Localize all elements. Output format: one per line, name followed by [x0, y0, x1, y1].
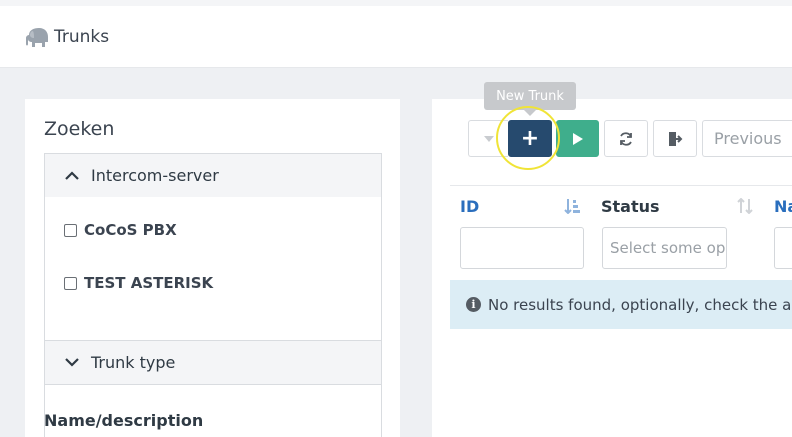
- name-description-label: Name/description: [44, 411, 204, 430]
- checkbox[interactable]: [64, 223, 77, 237]
- no-results-text: No results found, optionally, check the …: [488, 295, 792, 314]
- sort-icon[interactable]: [737, 197, 753, 218]
- no-results-alert: i No results found, optionally, check th…: [450, 280, 792, 329]
- checkbox[interactable]: [64, 276, 77, 290]
- play-icon: [572, 132, 583, 145]
- export-icon: [669, 131, 683, 146]
- status-filter-select[interactable]: Select some op: [602, 227, 727, 269]
- elephant-icon: [24, 27, 50, 53]
- export-button[interactable]: [653, 120, 697, 157]
- caret-down-icon: [483, 135, 494, 142]
- intercom-server-label: Intercom-server: [91, 166, 219, 185]
- previous-label: Previous: [714, 129, 782, 148]
- intercom-server-options: CoCoS PBX TEST ASTERISK: [44, 197, 382, 437]
- refresh-button[interactable]: [604, 120, 648, 157]
- refresh-icon: [620, 131, 632, 146]
- trunk-type-header[interactable]: Trunk type: [45, 341, 381, 384]
- name-filter-input[interactable]: [774, 227, 792, 269]
- page-header: Trunks: [0, 6, 792, 68]
- trunk-type-accordion[interactable]: Trunk type: [44, 340, 382, 385]
- option-label: TEST ASTERISK: [84, 274, 214, 292]
- table-header-divider: [450, 185, 792, 186]
- sort-asc-icon[interactable]: [564, 198, 580, 218]
- option-cocos-pbx[interactable]: CoCoS PBX: [64, 221, 177, 239]
- intercom-server-accordion[interactable]: Intercom-server: [44, 153, 382, 198]
- id-filter-input[interactable]: [460, 227, 584, 269]
- intercom-server-header[interactable]: Intercom-server: [45, 154, 381, 197]
- run-button[interactable]: [556, 120, 599, 157]
- column-header-id[interactable]: ID: [460, 197, 479, 216]
- search-panel: Zoeken Intercom-server CoCoS PBX TEST AS…: [25, 99, 400, 437]
- chevron-down-icon: [65, 358, 91, 367]
- search-heading: Zoeken: [44, 118, 115, 140]
- option-test-asterisk[interactable]: TEST ASTERISK: [64, 274, 213, 292]
- option-label: CoCoS PBX: [84, 221, 177, 239]
- column-header-status[interactable]: Status: [601, 197, 660, 216]
- chevron-up-icon: [65, 171, 91, 180]
- click-highlight-ring: [496, 106, 560, 170]
- page-title: Trunks: [54, 27, 110, 47]
- previous-page-button[interactable]: Previous: [702, 120, 792, 157]
- column-header-name[interactable]: Na: [774, 197, 792, 216]
- trunk-type-label: Trunk type: [91, 353, 176, 372]
- info-icon: i: [466, 297, 481, 312]
